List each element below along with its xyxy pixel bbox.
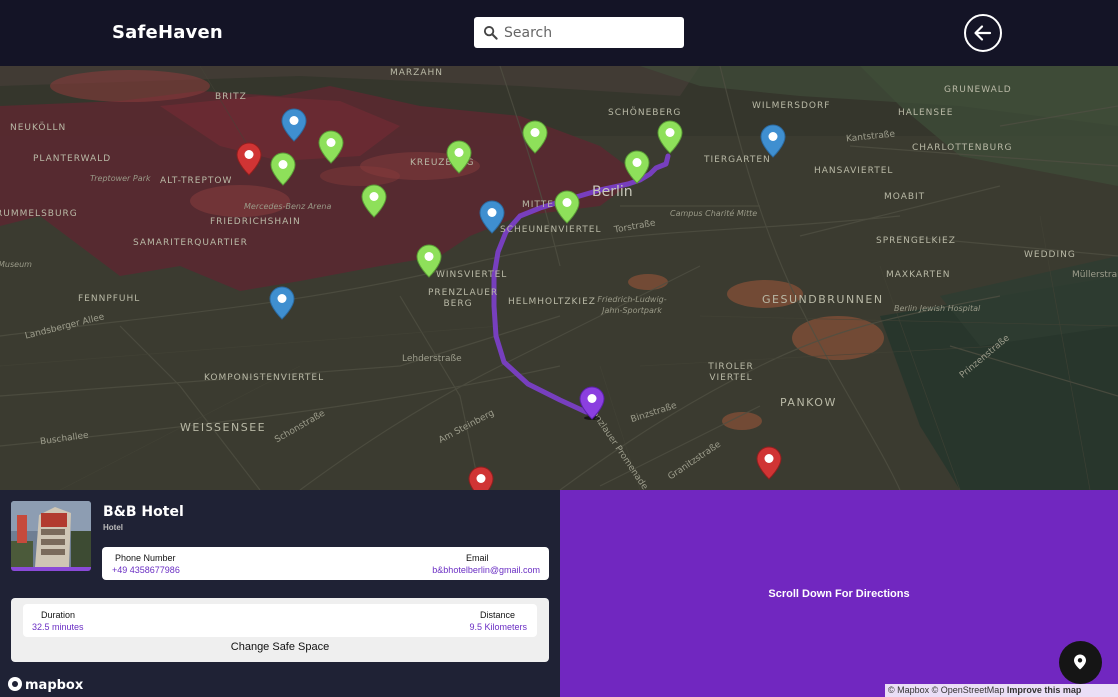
map-label: WEDDING	[1024, 250, 1076, 260]
mapbox-logo[interactable]: mapbox	[8, 677, 83, 693]
hotel-type: Hotel	[103, 523, 123, 532]
brand-logo[interactable]: SafeHaven	[112, 22, 223, 43]
map-label: WEISSENSEE	[180, 421, 267, 434]
street-label: Lehderstraße	[402, 354, 462, 364]
map-label: FENNPFUHL	[78, 294, 141, 304]
map-label: WILMERSDORF	[752, 101, 831, 111]
info-pin[interactable]	[760, 124, 786, 158]
safe-space-pin[interactable]	[624, 150, 650, 184]
map-label: KOMPONISTENVIERTEL	[204, 373, 325, 383]
improve-map-link[interactable]: Improve this map	[1007, 685, 1082, 695]
phone-link[interactable]: +49 4358677986	[112, 565, 180, 575]
directions-title: Scroll Down For Directions	[768, 588, 910, 600]
danger-pin[interactable]	[756, 446, 782, 480]
locate-button[interactable]	[1059, 641, 1102, 684]
duration-label: Duration	[41, 610, 76, 620]
poi-label: Campus Charité Mitte	[670, 209, 758, 218]
map-label: NEUKÖLLN	[10, 123, 67, 133]
info-pin[interactable]	[479, 200, 505, 234]
map-label: FRIEDRICHSHAIN	[210, 217, 301, 227]
phone-label: Phone Number	[115, 553, 176, 563]
map-label: ALT-TREPTOW	[160, 176, 233, 186]
hotel-photo	[11, 501, 91, 571]
search-input[interactable]	[504, 17, 680, 48]
map-city-label: Berlin	[592, 184, 633, 200]
map-label: HELMHOLTZKIEZ	[508, 297, 596, 307]
map-view[interactable]: MARZAHN BRITZ RUMMELSBURG PLANTERWALD AL…	[0, 66, 1118, 490]
back-button[interactable]	[964, 14, 1002, 52]
danger-pin[interactable]	[236, 142, 262, 176]
map-label: PLANTERWALD	[33, 154, 112, 164]
map-label: SPRENGELKIEZ	[876, 236, 956, 246]
distance-label: Distance	[480, 610, 516, 620]
safe-space-pin[interactable]	[522, 120, 548, 154]
safe-space-pin[interactable]	[554, 190, 580, 224]
app-root: SafeHaven Search MARZAHN BRITZ RUMMELSBU…	[0, 0, 1118, 697]
top-bar: SafeHaven	[0, 0, 1118, 66]
map-label: SAMARITERQUARTIER	[133, 238, 248, 248]
hotel-info-panel: B&B Hotel Hotel Phone Number +49 4358677…	[0, 490, 560, 697]
safe-space-pin[interactable]	[318, 130, 344, 164]
change-safe-space-button[interactable]: Change Safe Space	[11, 641, 549, 653]
map-label: GRUNEWALD	[944, 85, 1012, 95]
poi-label: Mercedes-Benz Arena	[244, 202, 332, 211]
email-link[interactable]: b&bhotelberlin@gmail.com	[432, 565, 540, 575]
attribution-text[interactable]: © Mapbox © OpenStreetMap	[888, 685, 1004, 695]
info-pin[interactable]	[269, 286, 295, 320]
map-label: SCHÖNEBERG	[608, 108, 682, 118]
trip-stats: Duration 32.5 minutes Distance 9.5 Kilom…	[23, 604, 537, 637]
current-location-pin[interactable]	[579, 386, 605, 420]
building-photo-icon	[11, 501, 91, 567]
map-label: GESUNDBRUNNEN	[762, 293, 884, 306]
safe-space-pin[interactable]	[446, 140, 472, 174]
map-label: WINSVIERTEL	[436, 270, 508, 280]
map-label: MITTE	[522, 200, 554, 210]
safe-space-pin[interactable]	[270, 152, 296, 186]
map-label: HALENSEE	[898, 108, 954, 118]
map-label: BRITZ	[215, 92, 247, 102]
map-label: PRENZLAUER BERG	[428, 288, 499, 309]
search-box[interactable]	[474, 17, 684, 48]
poi-label: Friedrich-Ludwig-Jahn-Sportpark	[597, 295, 667, 315]
location-pin-icon	[1074, 654, 1086, 670]
poi-label: Berlin Jewish Hospital	[894, 304, 981, 313]
poi-label: Treptower Park	[90, 174, 151, 183]
map-label: HANSAVIERTEL	[814, 166, 894, 176]
trip-summary: Duration 32.5 minutes Distance 9.5 Kilom…	[11, 598, 549, 662]
safe-space-pin[interactable]	[361, 184, 387, 218]
map-label: TIROLER VIERTEL	[708, 362, 754, 383]
info-pin[interactable]	[281, 108, 307, 142]
distance-value: 9.5 Kilometers	[469, 622, 527, 632]
hotel-name: B&B Hotel	[103, 504, 184, 520]
mapbox-icon	[8, 677, 22, 691]
map-label: MAXKARTEN	[886, 270, 951, 280]
safe-space-pin[interactable]	[657, 120, 683, 154]
map-attribution[interactable]: © Mapbox © OpenStreetMap Improve this ma…	[885, 684, 1118, 697]
search-icon	[483, 25, 498, 40]
map-label: PANKOW	[780, 396, 837, 409]
street-label: Müllerstraße	[1072, 270, 1118, 280]
contact-card: Phone Number +49 4358677986 Email b&bhot…	[102, 547, 549, 580]
map-label: MARZAHN	[390, 68, 443, 78]
arrow-left-icon	[974, 25, 992, 41]
poi-label: Museum	[0, 260, 32, 269]
map-label: RUMMELSBURG	[0, 209, 78, 219]
directions-panel[interactable]: Scroll Down For Directions © Mapbox © Op…	[560, 490, 1118, 697]
map-label: MOABIT	[884, 192, 926, 202]
danger-pin[interactable]	[468, 466, 494, 490]
map-label: SCHEUNENVIERTEL	[500, 225, 602, 235]
duration-value: 32.5 minutes	[32, 622, 84, 632]
safe-space-pin[interactable]	[416, 244, 442, 278]
map-label: CHARLOTTENBURG	[912, 143, 1013, 153]
email-label: Email	[466, 553, 489, 563]
mapbox-logo-text: mapbox	[25, 678, 84, 693]
